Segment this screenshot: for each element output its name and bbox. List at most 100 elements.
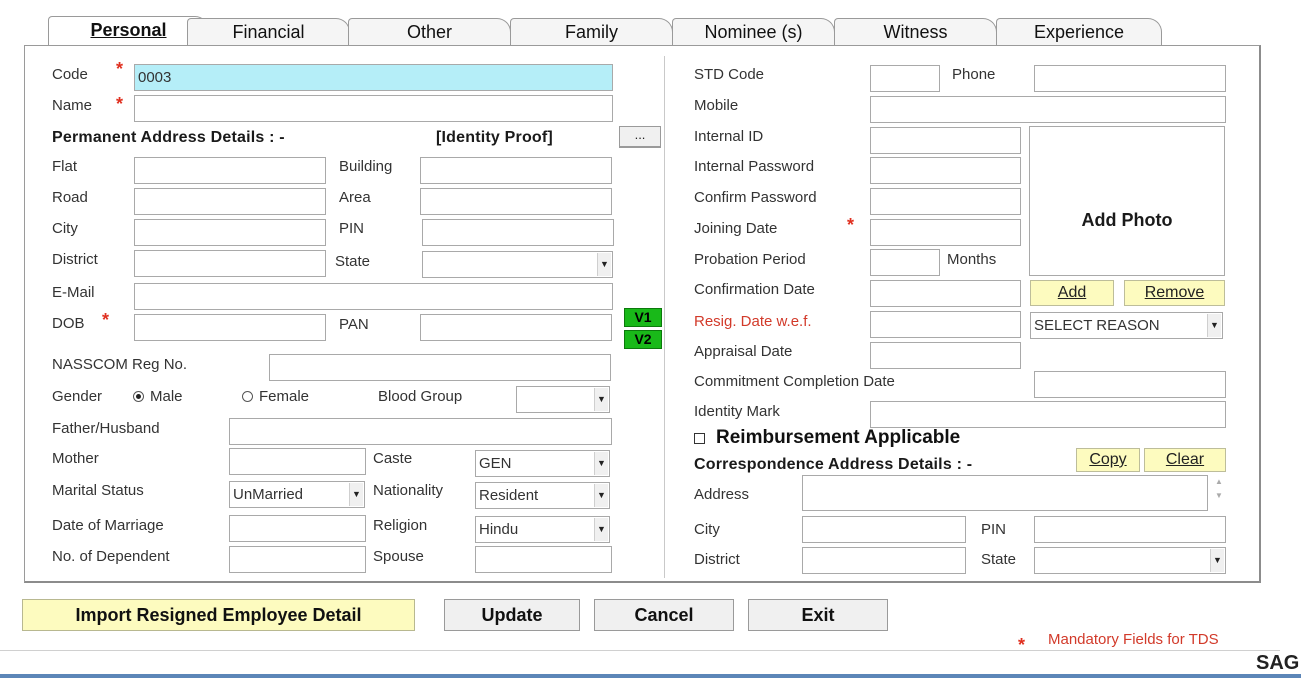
confirmation-date-label: Confirmation Date: [694, 281, 815, 298]
update-label: Update: [481, 605, 543, 625]
tab-experience[interactable]: Experience: [996, 18, 1162, 45]
name-input[interactable]: [134, 95, 613, 122]
gender-male-radio[interactable]: Male: [133, 388, 183, 406]
pan-input[interactable]: [420, 314, 612, 341]
city-input[interactable]: [134, 219, 326, 246]
tab-family[interactable]: Family: [510, 18, 673, 45]
tab-label: Nominee (s): [704, 22, 803, 42]
nationality-select[interactable]: Resident ▼: [475, 482, 610, 509]
marital-status-select[interactable]: UnMarried ▼: [229, 481, 365, 508]
tab-personal[interactable]: Personal: [48, 16, 209, 46]
caste-select[interactable]: GEN ▼: [475, 450, 610, 477]
dropdown-arrow-icon: ▼: [1207, 314, 1221, 337]
confirm-password-input[interactable]: [870, 188, 1021, 215]
remove-photo-button[interactable]: Remove: [1124, 280, 1225, 306]
tab-nominee[interactable]: Nominee (s): [672, 18, 835, 45]
watermark-logo: SAG: [1256, 652, 1300, 674]
corr-city-input[interactable]: [802, 516, 966, 543]
caste-value: GEN: [479, 455, 512, 472]
tab-witness[interactable]: Witness: [834, 18, 997, 45]
clear-label: Clear: [1165, 451, 1205, 468]
mother-input[interactable]: [229, 448, 366, 475]
remove-label: Remove: [1144, 284, 1205, 301]
identity-mark-input[interactable]: [870, 401, 1226, 428]
mother-label: Mother: [52, 450, 99, 467]
district-input[interactable]: [134, 250, 326, 277]
dob-label: DOB: [52, 315, 85, 332]
corr-city-label: City: [694, 521, 720, 538]
copy-label: Copy: [1089, 451, 1127, 468]
internal-password-input[interactable]: [870, 157, 1021, 184]
reimbursement-checkbox[interactable]: [694, 433, 705, 444]
code-input[interactable]: 0003: [134, 64, 613, 91]
area-input[interactable]: [420, 188, 612, 215]
probation-input[interactable]: [870, 249, 940, 276]
permanent-address-heading: Permanent Address Details : -: [52, 129, 285, 146]
photo-box: Add Photo: [1029, 126, 1225, 276]
tab-label: Experience: [1033, 22, 1125, 42]
nasscom-input[interactable]: [269, 354, 611, 381]
mandatory-star-icon: *: [116, 94, 124, 114]
spouse-input[interactable]: [475, 546, 612, 573]
clear-address-button[interactable]: Clear: [1144, 448, 1226, 472]
verify-v2-button[interactable]: V2: [624, 330, 662, 349]
corr-address-textarea[interactable]: [802, 475, 1208, 511]
pan-label: PAN: [339, 316, 369, 333]
taskbar-edge: [0, 674, 1301, 678]
flat-input[interactable]: [134, 157, 326, 184]
building-input[interactable]: [420, 157, 612, 184]
import-resigned-employee-button[interactable]: Import Resigned Employee Detail: [22, 599, 415, 631]
commitment-date-label: Commitment Completion Date: [694, 373, 895, 390]
identity-mark-label: Identity Mark: [694, 403, 780, 420]
religion-label: Religion: [373, 517, 428, 534]
resignation-date-input[interactable]: [870, 311, 1021, 338]
gender-female-radio[interactable]: Female: [242, 388, 309, 406]
dependents-input[interactable]: [229, 546, 366, 573]
add-photo-button[interactable]: Add: [1030, 280, 1114, 306]
internal-id-input[interactable]: [870, 127, 1021, 154]
copy-address-button[interactable]: Copy: [1076, 448, 1140, 472]
update-button[interactable]: Update: [444, 599, 580, 631]
dob-input[interactable]: [134, 314, 326, 341]
pin-input[interactable]: [422, 219, 614, 246]
phone-input[interactable]: [1034, 65, 1226, 92]
date-of-marriage-input[interactable]: [229, 515, 366, 542]
tab-label: Financial: [232, 22, 305, 42]
religion-select[interactable]: Hindu ▼: [475, 516, 610, 543]
commitment-date-input[interactable]: [1034, 371, 1226, 398]
corr-state-select[interactable]: ▼: [1034, 547, 1226, 574]
road-label: Road: [52, 189, 88, 206]
reimbursement-label: Reimbursement Applicable: [716, 427, 961, 448]
mobile-label: Mobile: [694, 97, 739, 114]
email-input[interactable]: [134, 283, 613, 310]
blood-group-label: Blood Group: [378, 388, 463, 405]
mandatory-star-icon: *: [847, 215, 855, 235]
tab-other[interactable]: Other: [348, 18, 511, 45]
dropdown-arrow-icon: ▼: [594, 452, 608, 475]
months-label: Months: [947, 251, 997, 268]
tab-financial[interactable]: Financial: [187, 18, 350, 45]
appraisal-date-input[interactable]: [870, 342, 1021, 369]
name-label: Name: [52, 97, 93, 114]
identity-proof-label: [Identity Proof]: [436, 129, 553, 146]
cancel-button[interactable]: Cancel: [594, 599, 734, 631]
mobile-input[interactable]: [870, 96, 1226, 123]
state-select[interactable]: ▼: [422, 251, 613, 278]
exit-button[interactable]: Exit: [748, 599, 888, 631]
tab-strip: Personal Financial Other Family Nominee …: [24, 16, 1164, 46]
std-code-input[interactable]: [870, 65, 940, 92]
identity-proof-browse-button[interactable]: ...: [619, 126, 661, 148]
email-label: E-Mail: [52, 284, 95, 301]
corr-district-input[interactable]: [802, 547, 966, 574]
blood-group-select[interactable]: ▼: [516, 386, 610, 413]
confirmation-date-input[interactable]: [870, 280, 1021, 307]
mandatory-note: Mandatory Fields for TDS: [1048, 631, 1219, 648]
city-label: City: [52, 220, 78, 237]
resignation-reason-select[interactable]: SELECT REASON ▼: [1030, 312, 1223, 339]
corr-pin-input[interactable]: [1034, 516, 1226, 543]
road-input[interactable]: [134, 188, 326, 215]
verify-v1-button[interactable]: V1: [624, 308, 662, 327]
father-husband-input[interactable]: [229, 418, 612, 445]
joining-date-input[interactable]: [870, 219, 1021, 246]
address-scrollbar[interactable]: ▲ ▼: [1212, 475, 1226, 511]
